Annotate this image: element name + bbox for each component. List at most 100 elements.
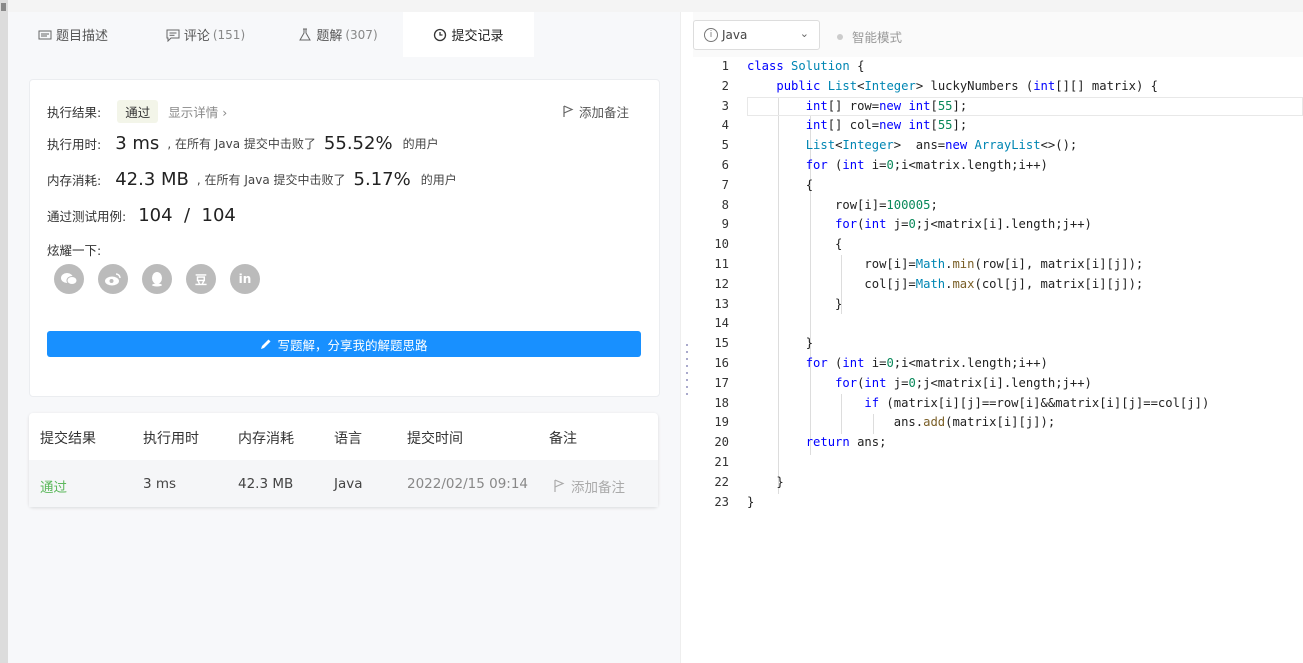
- code-text: for(int j=0;j<matrix[i].length;j++): [835, 375, 1092, 390]
- smart-mode-toggle[interactable]: 智能模式: [837, 27, 902, 46]
- line-number: 7: [721, 177, 729, 192]
- code-line[interactable]: 7 {: [693, 176, 1303, 196]
- runtime-row: 执行用时: 3 ms , 在所有 Java 提交中击败了 55.52% 的用户: [47, 133, 439, 154]
- table-row[interactable]: 通过 3 ms 42.3 MB Java 2022/02/15 09:14 添加…: [29, 460, 658, 507]
- code-line[interactable]: 3 int[] row=new int[55];: [693, 96, 1303, 117]
- testcase-label: 通过测试用例:: [47, 209, 127, 224]
- code-text: List<Integer> ans=new ArrayList<>();: [805, 138, 1078, 153]
- runtime-label: 执行用时:: [47, 137, 102, 152]
- code-line[interactable]: 15 }: [693, 334, 1303, 354]
- code-line[interactable]: 1 class Solution {: [693, 57, 1303, 77]
- douban-icon[interactable]: 豆: [186, 264, 216, 294]
- wechat-icon[interactable]: [54, 264, 84, 294]
- chevron-down-icon: ⌄: [799, 27, 809, 40]
- code-text: if (matrix[i][j]==row[i]&&matrix[i][j]==…: [864, 395, 1210, 410]
- tab-bar: 题目描述 评论 (151) 题解 (307) 提交记录: [8, 12, 680, 57]
- row-runtime: 3 ms: [143, 476, 177, 492]
- window-edge: [0, 0, 8, 663]
- row-status[interactable]: 通过: [40, 476, 67, 496]
- result-card: 执行结果: 通过 显示详情 › 添加备注 执行用时: 3 ms , 在所有 Ja…: [29, 79, 660, 397]
- line-number: 5: [721, 138, 729, 153]
- qq-icon[interactable]: [142, 264, 172, 294]
- code-line[interactable]: 20 return ans;: [693, 433, 1303, 453]
- runtime-suffix: 的用户: [402, 137, 439, 151]
- code-line[interactable]: 18 if (matrix[i][j]==row[i]&&matrix[i][j…: [693, 394, 1303, 414]
- memory-percentile: 5.17%: [353, 169, 411, 190]
- add-note-label: 添加备注: [578, 105, 629, 120]
- memory-value: 42.3 MB: [115, 169, 189, 190]
- code-line[interactable]: 17 for(int j=0;j<matrix[i].length;j++): [693, 374, 1303, 394]
- pencil-icon: [261, 339, 271, 349]
- share-label: 炫耀一下:: [47, 243, 102, 258]
- left-panel: 题目描述 评论 (151) 题解 (307) 提交记录 执行结果: 通过 显示详…: [8, 12, 680, 663]
- weibo-icon[interactable]: [98, 264, 128, 294]
- line-number: 20: [714, 435, 729, 450]
- row-add-note-button[interactable]: 添加备注: [553, 476, 625, 496]
- code-line[interactable]: 23}: [693, 493, 1303, 513]
- smart-mode-label: 智能模式: [852, 30, 903, 45]
- line-number: 19: [714, 415, 729, 430]
- line-number: 12: [714, 276, 729, 291]
- tab-label: 评论: [183, 29, 210, 44]
- share-row: 炫耀一下:: [47, 240, 101, 259]
- code-text: row[i]=100005;: [747, 197, 938, 212]
- status-dot-icon: [837, 33, 843, 40]
- code-line[interactable]: 8 row[i]=100005;: [693, 196, 1303, 216]
- code-line[interactable]: 13 }: [693, 295, 1303, 315]
- code-text: row[i]=Math.min(row[i], matrix[i][j]);: [747, 256, 1144, 271]
- runtime-percentile: 55.52%: [323, 133, 393, 154]
- header-note: 备注: [549, 431, 577, 447]
- code-line[interactable]: 11 row[i]=Math.min(row[i], matrix[i][j])…: [693, 255, 1303, 275]
- language-select[interactable]: i Java ⌄: [693, 20, 820, 50]
- row-memory: 42.3 MB: [238, 476, 294, 492]
- code-text: }: [747, 474, 784, 489]
- line-number: 3: [721, 98, 729, 113]
- show-details-link[interactable]: 显示详情 ›: [168, 102, 227, 121]
- code-line[interactable]: 14: [693, 314, 1303, 334]
- header-memory: 内存消耗: [238, 431, 294, 447]
- code-line[interactable]: 9 for(int j=0;j<matrix[i].length;j++): [693, 215, 1303, 235]
- write-solution-button[interactable]: 写题解，分享我的解题思路: [47, 331, 641, 357]
- code-area[interactable]: 1 class Solution {2 public List<Integer> …: [693, 57, 1303, 512]
- code-text: int[] row=new int[55];: [805, 98, 968, 113]
- line-number: 11: [714, 256, 729, 271]
- code-text: class Solution {: [747, 59, 865, 73]
- code-line[interactable]: 16 for (int i=0;i<matrix.length;i++): [693, 354, 1303, 374]
- line-number: 15: [714, 336, 729, 351]
- tab-submissions[interactable]: 提交记录: [403, 12, 534, 57]
- code-text: }: [747, 296, 843, 311]
- code-line[interactable]: 22 }: [693, 473, 1303, 493]
- code-line[interactable]: 5 List<Integer> ans=new ArrayList<>();: [693, 136, 1303, 156]
- description-icon: [38, 30, 52, 39]
- code-text: }: [747, 494, 755, 509]
- code-line[interactable]: 2 public List<Integer> luckyNumbers (int…: [693, 77, 1303, 97]
- line-number: 4: [721, 118, 729, 133]
- line-number: 18: [714, 395, 729, 410]
- drag-handle-icon: [686, 344, 689, 400]
- code-line[interactable]: 21: [693, 453, 1303, 473]
- code-text: {: [747, 237, 843, 252]
- editor-toolbar: i Java ⌄ 智能模式: [693, 12, 1303, 57]
- top-band: [8, 0, 1303, 12]
- tab-description[interactable]: 题目描述: [8, 12, 138, 57]
- code-line[interactable]: 6 for (int i=0;i<matrix.length;i++): [693, 156, 1303, 176]
- tab-comments[interactable]: 评论 (151): [138, 12, 273, 57]
- tab-solutions[interactable]: 题解 (307): [273, 12, 403, 57]
- code-line[interactable]: 12 col[j]=Math.max(col[j], matrix[i][j])…: [693, 275, 1303, 295]
- comment-count: (151): [212, 27, 246, 42]
- line-number: 8: [721, 197, 729, 212]
- code-text: col[j]=Math.max(col[j], matrix[i][j]);: [747, 276, 1144, 291]
- code-line[interactable]: 4 int[] col=new int[55];: [693, 116, 1303, 136]
- row-note-label: 添加备注: [571, 480, 625, 496]
- row-submit-time: 2022/02/15 09:14: [407, 476, 529, 492]
- flag-icon: [563, 105, 574, 117]
- code-line[interactable]: 10 {: [693, 235, 1303, 255]
- submission-table: 提交结果 执行用时 内存消耗 语言 提交时间 备注 通过 3 ms 42.3 M…: [29, 413, 658, 507]
- line-number: 9: [721, 217, 729, 232]
- memory-suffix: 的用户: [420, 173, 457, 187]
- linkedin-icon[interactable]: in: [230, 264, 260, 294]
- code-text: {: [747, 177, 814, 192]
- add-note-button[interactable]: 添加备注: [562, 102, 629, 121]
- code-editor: i Java ⌄ 智能模式 1 class Solution {2 public …: [693, 12, 1303, 663]
- code-line[interactable]: 19 ans.add(matrix[i][j]);: [693, 413, 1303, 433]
